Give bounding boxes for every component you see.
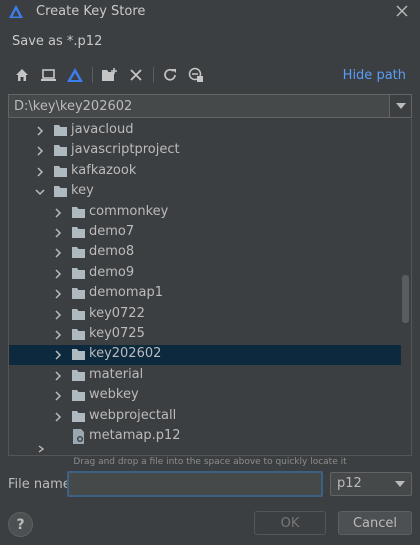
create-key-store-dialog: Create Key Store Save as *.p12 Hide path xyxy=(0,0,420,545)
folder-icon xyxy=(54,145,67,157)
chevron-right-icon[interactable] xyxy=(53,310,63,320)
tree-item-label: key0725 xyxy=(89,326,145,341)
tree-item-label: webprojectall xyxy=(89,407,177,423)
delete-icon[interactable] xyxy=(126,65,146,85)
project-icon[interactable] xyxy=(65,65,85,85)
title-bar: Create Key Store xyxy=(0,0,420,26)
new-folder-icon[interactable] xyxy=(100,65,120,85)
folder-icon xyxy=(72,247,85,259)
toolbar-divider xyxy=(153,67,154,83)
tree-folder-row[interactable]: demo8 xyxy=(9,243,401,263)
filename-label: File name: xyxy=(8,477,76,492)
close-icon[interactable] xyxy=(394,3,410,19)
tree-item-label: demo9 xyxy=(89,264,135,280)
toolbar-divider xyxy=(92,67,93,83)
tree-folder-row[interactable]: webkey xyxy=(9,386,401,406)
tree-folder-row[interactable]: key xyxy=(9,182,401,202)
tree-item-label: metamap.p12 xyxy=(89,428,181,443)
filetype-select[interactable]: p12 xyxy=(330,472,412,496)
tree-item-label: demomap1 xyxy=(89,285,164,301)
chevron-right-icon[interactable] xyxy=(53,289,63,299)
tree-item-label: key202602 xyxy=(89,346,162,362)
path-combobox[interactable] xyxy=(8,94,412,118)
dialog-description: Save as *.p12 xyxy=(12,34,103,49)
tree-file-row[interactable]: metamap.p12 xyxy=(9,427,401,447)
chevron-right-icon[interactable] xyxy=(53,248,63,258)
tree-folder-row[interactable]: demo9 xyxy=(9,264,401,284)
chevron-down-icon[interactable] xyxy=(35,187,45,197)
chevron-right-icon[interactable] xyxy=(53,412,63,422)
tree-item-label: webkey xyxy=(89,387,139,403)
chevron-right-icon[interactable] xyxy=(53,371,63,381)
folder-icon xyxy=(54,125,67,136)
ok-button[interactable]: OK xyxy=(254,511,326,535)
folder-icon xyxy=(72,410,85,422)
tree-item-label: demo7 xyxy=(89,224,135,239)
refresh-icon[interactable] xyxy=(160,65,180,85)
chevron-down-icon xyxy=(395,103,406,109)
folder-icon xyxy=(54,165,67,177)
hide-path-link[interactable]: Hide path xyxy=(343,68,406,83)
folder-icon xyxy=(72,267,85,279)
tree-item-label: javacloud xyxy=(71,122,134,137)
chevron-right-icon[interactable] xyxy=(35,146,45,156)
tree-row-partial xyxy=(9,445,401,455)
tree-folder-row[interactable]: key0722 xyxy=(9,305,401,325)
tree-folder-row[interactable]: kafkazook xyxy=(9,162,401,182)
chevron-right-icon[interactable] xyxy=(53,269,63,279)
folder-icon xyxy=(72,206,85,218)
chevron-right-icon[interactable] xyxy=(53,228,63,238)
certificate-file-icon xyxy=(73,429,84,444)
tree-item-label: material xyxy=(89,366,144,382)
home-icon[interactable] xyxy=(12,65,32,85)
file-chooser-toolbar: Hide path xyxy=(10,65,410,87)
folder-icon xyxy=(72,308,85,320)
tree-item-label: javascriptproject xyxy=(71,142,180,158)
chevron-right-icon xyxy=(38,445,45,453)
chevron-down-icon xyxy=(395,481,405,487)
tree-scrollbar[interactable] xyxy=(402,275,409,323)
tree-item-label: key xyxy=(71,183,94,199)
show-hidden-icon[interactable] xyxy=(186,65,206,85)
tree-folder-row[interactable]: webprojectall xyxy=(9,407,401,427)
folder-icon xyxy=(72,227,85,238)
path-dropdown-button[interactable] xyxy=(389,95,411,117)
path-field[interactable] xyxy=(9,95,389,117)
tree-item-label: kafkazook xyxy=(71,162,137,178)
tree-folder-row[interactable]: commonkey xyxy=(9,203,401,223)
chevron-right-icon[interactable] xyxy=(53,350,63,360)
folder-icon xyxy=(72,329,85,340)
chevron-right-icon[interactable] xyxy=(53,330,63,340)
chevron-right-icon[interactable] xyxy=(53,391,63,401)
tree-item-label: demo8 xyxy=(89,244,135,260)
app-logo-icon xyxy=(9,5,23,18)
chevron-right-icon[interactable] xyxy=(35,167,45,177)
filetype-value: p12 xyxy=(337,476,362,491)
folder-icon xyxy=(72,369,85,381)
help-icon: ? xyxy=(16,516,25,533)
filename-input[interactable] xyxy=(67,471,323,497)
tree-folder-row[interactable]: demo7 xyxy=(9,223,401,243)
desktop-icon[interactable] xyxy=(38,65,58,85)
tree-folder-row[interactable]: demomap1 xyxy=(9,284,401,304)
tree-folder-row[interactable]: material xyxy=(9,366,401,386)
folder-icon xyxy=(54,186,67,198)
tree-folder-row[interactable]: javacloud xyxy=(9,121,401,141)
folder-icon xyxy=(72,349,85,361)
drag-drop-hint: Drag and drop a file into the space abov… xyxy=(73,457,347,467)
file-tree[interactable]: javacloud javascriptproject kafkazook key co… xyxy=(8,119,412,456)
tree-item-label: key0722 xyxy=(89,305,145,321)
folder-icon xyxy=(72,390,85,402)
cancel-button[interactable]: Cancel xyxy=(338,511,412,535)
window-title: Create Key Store xyxy=(36,4,146,19)
tree-folder-row[interactable]: key0725 xyxy=(9,325,401,345)
tree-item-label: commonkey xyxy=(89,203,169,219)
chevron-right-icon[interactable] xyxy=(35,126,45,136)
chevron-right-icon[interactable] xyxy=(53,208,63,218)
help-button[interactable]: ? xyxy=(8,512,33,537)
tree-folder-row[interactable]: javascriptproject xyxy=(9,141,401,161)
folder-icon xyxy=(72,288,85,300)
tree-folder-row[interactable]: key202602 xyxy=(9,345,401,366)
